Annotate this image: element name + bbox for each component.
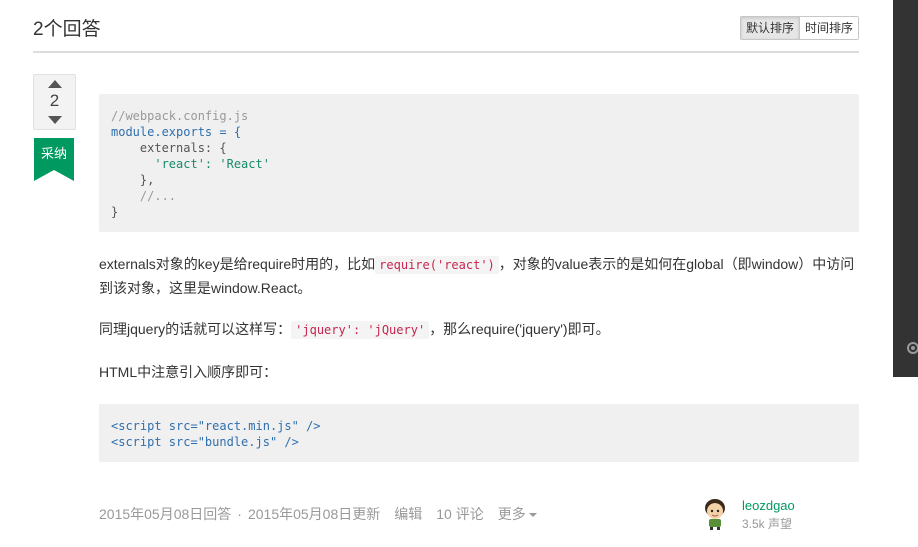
header-divider bbox=[33, 51, 859, 53]
reputation-label: 声望 bbox=[768, 517, 793, 531]
code-line: } bbox=[111, 205, 119, 219]
code-block-html: <script src="react.min.js" /> <script sr… bbox=[99, 404, 859, 462]
answered-date-link[interactable]: 2015年05月08日回答 bbox=[99, 504, 231, 524]
code-line: <script src="react.min.js" /> bbox=[111, 419, 321, 433]
updated-date-link[interactable]: 2015年05月08日更新 bbox=[248, 504, 380, 524]
more-dropdown[interactable]: 更多 bbox=[498, 504, 537, 524]
paragraph-text: ，那么require('jquery')即可。 bbox=[429, 321, 610, 337]
comments-link[interactable]: 10 评论 bbox=[436, 504, 483, 524]
sort-toggle-group: 默认排序 时间排序 bbox=[740, 16, 860, 40]
vote-up-icon[interactable] bbox=[48, 80, 62, 88]
answer-paragraph-1: externals对象的key是给require时用的，比如 require('r… bbox=[99, 253, 859, 300]
answer-meta: 2015年05月08日回答 · 2015年05月08日更新 编辑 10 评论 更… bbox=[99, 504, 537, 524]
sort-default-button[interactable]: 默认排序 bbox=[741, 17, 800, 39]
vote-count: 2 bbox=[49, 91, 60, 110]
paragraph-text: ，对象的value表示的是如何在global（即window）中访问 bbox=[498, 256, 855, 272]
side-panel bbox=[893, 0, 918, 377]
code-line: 'react': 'React' bbox=[111, 157, 270, 171]
code-line: }, bbox=[111, 173, 155, 187]
paragraph-text: externals对象的key是给require时用的，比如 bbox=[99, 256, 376, 272]
inline-code: 'jquery': 'jQuery' bbox=[291, 321, 430, 339]
accepted-badge-tail bbox=[34, 170, 74, 181]
code-line: externals: { bbox=[111, 141, 227, 155]
vote-box: 2 bbox=[33, 74, 76, 130]
answer-paragraph-2: 同理jquery的话就可以这样写：'jquery': 'jQuery' ，那么re… bbox=[99, 318, 859, 342]
answer-paragraph-3: HTML中注意引入顺序即可： bbox=[99, 364, 278, 380]
code-line: //webpack.config.js bbox=[111, 109, 249, 123]
code-block-webpack: //webpack.config.js module.exports = { e… bbox=[99, 94, 859, 232]
meta-separator: · bbox=[237, 506, 242, 522]
chevron-down-icon bbox=[528, 513, 537, 518]
answers-title: 2个回答 bbox=[33, 19, 101, 40]
code-line: module.exports = { bbox=[111, 125, 242, 139]
code-line: <script src="bundle.js" /> bbox=[111, 435, 299, 449]
accepted-badge: 采纳 bbox=[34, 138, 74, 170]
sort-time-button[interactable]: 时间排序 bbox=[799, 17, 859, 39]
edit-link[interactable]: 编辑 bbox=[394, 504, 422, 524]
user-reputation: 3.5k 声望 bbox=[742, 515, 792, 532]
vote-down-icon[interactable] bbox=[48, 116, 62, 124]
inline-code: require('react') bbox=[375, 256, 499, 274]
code-line: //... bbox=[111, 189, 177, 203]
username-link[interactable]: leozdgao bbox=[742, 498, 795, 513]
paragraph-text: 同理jquery的话就可以这样写： bbox=[99, 321, 292, 337]
paragraph-text: 到该对象，这里是window.React。 bbox=[99, 280, 312, 296]
gear-icon[interactable] bbox=[905, 340, 918, 356]
reputation-value: 3.5k bbox=[742, 517, 765, 531]
more-label: 更多 bbox=[497, 506, 526, 522]
user-avatar[interactable] bbox=[701, 498, 729, 530]
